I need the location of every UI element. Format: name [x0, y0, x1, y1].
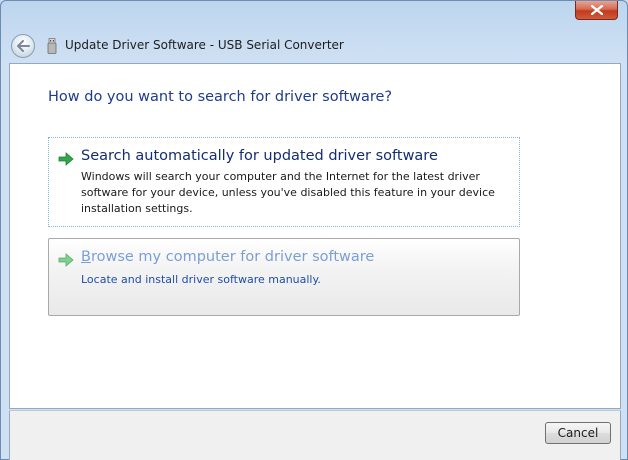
option-description: Windows will search your computer and th… — [81, 170, 495, 215]
back-button[interactable] — [11, 34, 35, 58]
option-description: Locate and install driver software manua… — [81, 273, 321, 286]
option-title: Browse my computer for driver software — [81, 249, 374, 265]
update-driver-window: Update Driver Software - USB Serial Conv… — [0, 0, 628, 460]
cancel-button[interactable]: Cancel — [545, 422, 611, 444]
green-arrow-icon — [58, 253, 74, 267]
browse-computer-option[interactable]: Browse my computer for driver software L… — [48, 238, 520, 316]
option-title: Search automatically for updated driver … — [81, 148, 438, 164]
page-heading: How do you want to search for driver sof… — [48, 89, 393, 105]
wizard-footer: Cancel — [9, 411, 621, 460]
back-arrow-icon — [17, 40, 30, 52]
close-button[interactable] — [575, 1, 618, 20]
search-automatically-option[interactable]: Search automatically for updated driver … — [48, 137, 520, 227]
green-arrow-icon — [58, 152, 74, 166]
window-title: Update Driver Software - USB Serial Conv… — [65, 38, 344, 52]
close-icon — [590, 5, 603, 15]
usb-device-icon — [47, 38, 57, 54]
wizard-content: How do you want to search for driver sof… — [9, 63, 621, 409]
option-title-rest: rowse my computer for driver software — [90, 249, 375, 265]
access-key: B — [81, 249, 91, 265]
